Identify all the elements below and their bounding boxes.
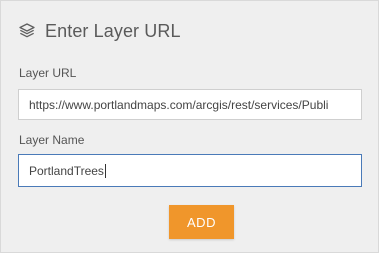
- layer-name-input[interactable]: PortlandTrees: [18, 154, 362, 187]
- layer-url-label: Layer URL: [19, 66, 77, 80]
- add-layer-panel: Enter Layer URL Layer URL https://www.po…: [0, 0, 379, 253]
- layers-icon: [18, 22, 36, 40]
- layer-name-value: PortlandTrees: [29, 163, 104, 178]
- layer-url-input[interactable]: https://www.portlandmaps.com/arcgis/rest…: [18, 89, 362, 120]
- text-caret: [104, 163, 106, 178]
- layer-url-value: https://www.portlandmaps.com/arcgis/rest…: [29, 97, 329, 112]
- panel-title: Enter Layer URL: [45, 20, 181, 41]
- add-button[interactable]: ADD: [169, 205, 234, 239]
- panel-header: Enter Layer URL: [18, 20, 181, 42]
- layer-name-label: Layer Name: [19, 133, 85, 147]
